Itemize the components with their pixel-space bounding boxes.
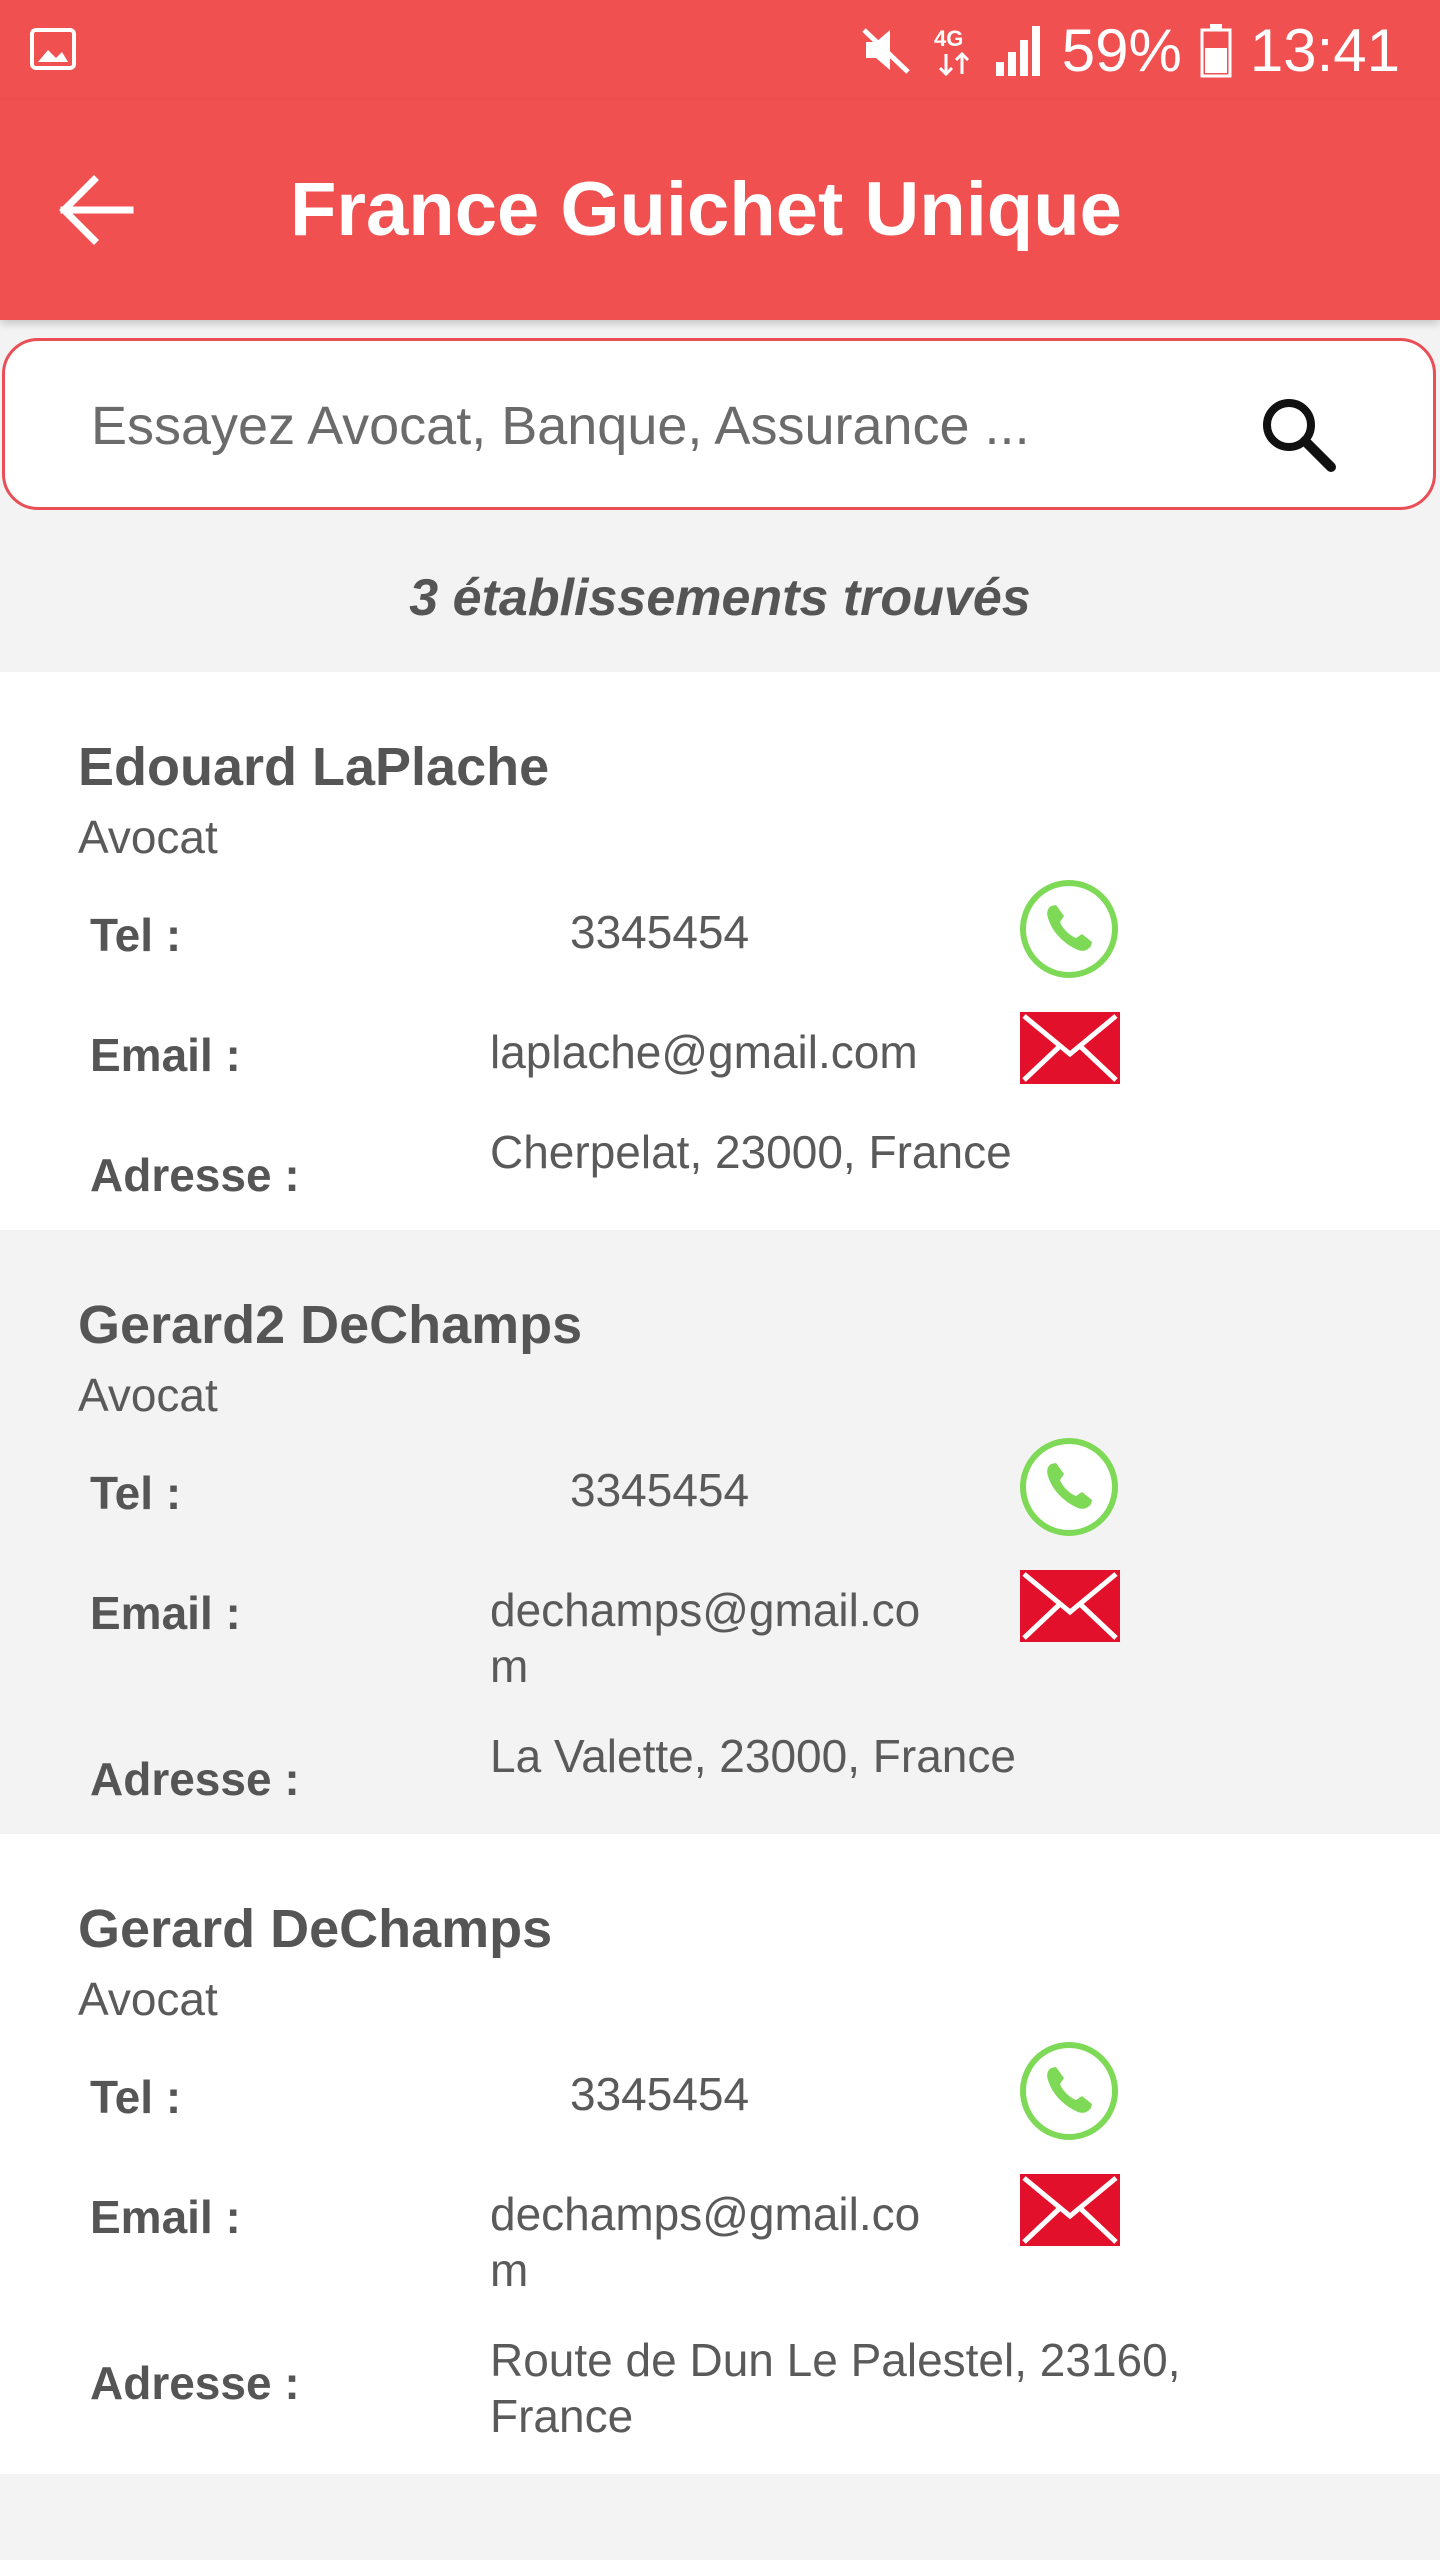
results-count: 3 établissements trouvés (409, 569, 1031, 627)
email-value: dechamps@gmail.co m (490, 2186, 920, 2298)
gallery-notification-icon (30, 28, 76, 70)
email-value-line2: m (490, 1640, 529, 1692)
network-4g-icon: 4G (934, 26, 969, 77)
establishment-name: Gerard2 DeChamps (78, 1295, 583, 1355)
address-value-line1: Cherpelat, 23000, France (490, 1126, 1012, 1178)
establishment-name: Edouard LaPlache (78, 737, 550, 797)
app-bar: France Guichet Unique (0, 100, 1440, 320)
tel-label: Tel : (90, 1467, 182, 1519)
phone-icon[interactable] (1018, 2040, 1120, 2142)
back-arrow-icon[interactable] (56, 172, 136, 248)
address-value: La Valette, 23000, France (490, 1728, 1016, 1784)
status-bar: 4G 59% 13:41 (0, 0, 1440, 100)
tel-value: 3345454 (570, 2068, 750, 2120)
email-label: Email : (90, 1029, 241, 1081)
search-box (2, 338, 1436, 510)
email-value-line1: dechamps@gmail.co (490, 2188, 921, 2240)
mail-icon[interactable] (1020, 2174, 1120, 2246)
battery-percent: 59% (1061, 16, 1182, 84)
address-value-line2: France (490, 2390, 634, 2442)
email-label: Email : (90, 2191, 241, 2243)
address-label: Adresse : (90, 1149, 300, 1201)
tel-label: Tel : (90, 909, 182, 961)
app-title: France Guichet Unique (290, 167, 1122, 252)
email-value: laplache@gmail.com (490, 1024, 918, 1080)
tel-label: Tel : (90, 2071, 182, 2123)
address-value-line1: La Valette, 23000, France (490, 1730, 1016, 1782)
address-label: Adresse : (90, 2357, 300, 2409)
mute-icon (862, 28, 910, 74)
establishment-card[interactable]: Gerard DeChamps Avocat Tel : 3345454 Ema… (0, 1834, 1440, 2474)
establishment-card[interactable]: Gerard2 DeChamps Avocat Tel : 3345454 Em… (0, 1230, 1440, 1834)
search-icon[interactable] (1259, 395, 1337, 473)
tel-value: 3345454 (570, 1464, 750, 1516)
establishment-category: Avocat (78, 1973, 218, 2025)
mail-icon[interactable] (1020, 1012, 1120, 1084)
battery-icon (1200, 24, 1232, 78)
establishment-name: Gerard DeChamps (78, 1899, 553, 1959)
email-label: Email : (90, 1587, 241, 1639)
email-value-line1: laplache@gmail.com (490, 1026, 918, 1078)
address-value: Route de Dun Le Palestel, 23160, France (490, 2332, 1181, 2444)
email-value-line2: m (490, 2244, 529, 2296)
phone-icon[interactable] (1018, 1436, 1120, 1538)
address-value: Cherpelat, 23000, France (490, 1124, 1012, 1180)
email-value-line1: dechamps@gmail.co (490, 1584, 921, 1636)
clock: 13:41 (1249, 16, 1400, 84)
email-value: dechamps@gmail.co m (490, 1582, 920, 1694)
address-label: Adresse : (90, 1753, 300, 1805)
tel-value: 3345454 (570, 906, 750, 958)
establishment-category: Avocat (78, 811, 218, 863)
address-value-line1: Route de Dun Le Palestel, 23160, (490, 2334, 1181, 2386)
signal-icon (995, 26, 1040, 76)
establishment-category: Avocat (78, 1369, 218, 1421)
mail-icon[interactable] (1020, 1570, 1120, 1642)
establishment-card[interactable]: Edouard LaPlache Avocat Tel : 3345454 Em… (0, 672, 1440, 1230)
phone-icon[interactable] (1018, 878, 1120, 980)
search-input[interactable] (91, 381, 1171, 471)
svg-text:4G: 4G (934, 26, 963, 51)
